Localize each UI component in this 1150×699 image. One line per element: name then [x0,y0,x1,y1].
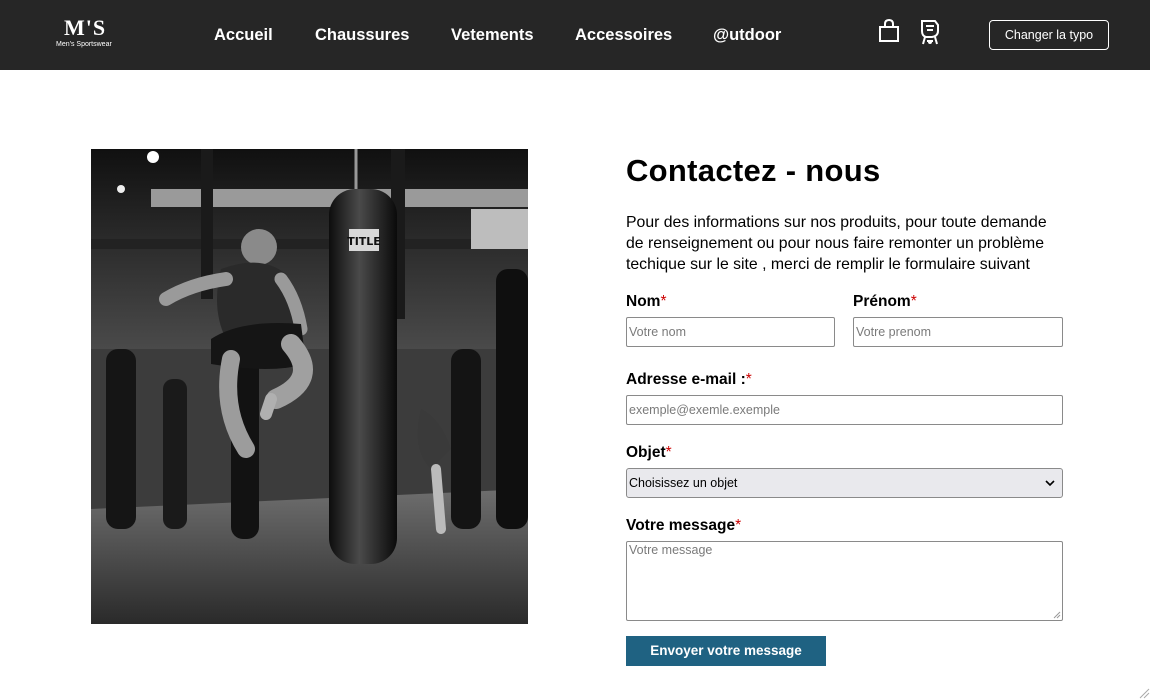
page-title: Contactez - nous [626,153,881,188]
objet-select[interactable]: Choisissez un objet [626,468,1063,498]
shopping-bag-icon[interactable] [877,18,901,44]
required-mark: * [660,293,667,310]
chevron-down-icon [1045,480,1055,487]
submit-button[interactable]: Envoyer votre message [626,636,826,666]
svg-text:TITLE: TITLE [347,235,381,248]
change-typo-button[interactable]: Changer la typo [989,20,1109,50]
objet-label: Objet* [626,444,672,461]
required-mark: * [665,444,672,461]
logo-tagline: Men's Sportswear [56,41,112,48]
email-input[interactable] [626,395,1063,425]
message-textarea[interactable] [626,541,1063,621]
intro-text: Pour des informations sur nos produits, … [626,214,1047,273]
required-mark: * [745,371,752,388]
required-mark: * [735,517,742,534]
hero-image: TITLE [91,149,528,624]
message-label: Votre message* [626,517,742,534]
email-label: Adresse e-mail :* [626,371,752,388]
nav-item-chaussures[interactable]: Chaussures [315,25,409,45]
kickboxing-photo: TITLE [91,149,528,624]
window-resize-icon[interactable] [1138,687,1150,699]
brand-logo[interactable]: M'S Men's Sportswear [54,15,118,55]
logo-mark: M'S [64,15,107,40]
nav-item-outdoor[interactable]: @utdoor [713,25,781,45]
nav-item-accueil[interactable]: Accueil [214,25,273,45]
nom-input[interactable] [626,317,835,347]
prenom-input[interactable] [853,317,1063,347]
objet-select-value: Choisissez un objet [629,476,738,490]
prenom-label: Prénom* [853,293,917,310]
nom-label: Nom* [626,293,667,310]
site-header: M'S Men's Sportswear Accueil Chaussures … [0,0,1150,70]
account-icon[interactable] [917,17,943,47]
nav-item-vetements[interactable]: Vetements [451,25,534,45]
required-mark: * [910,293,917,310]
resize-grip-icon[interactable] [1053,611,1061,619]
nav-item-accessoires[interactable]: Accessoires [575,25,672,45]
